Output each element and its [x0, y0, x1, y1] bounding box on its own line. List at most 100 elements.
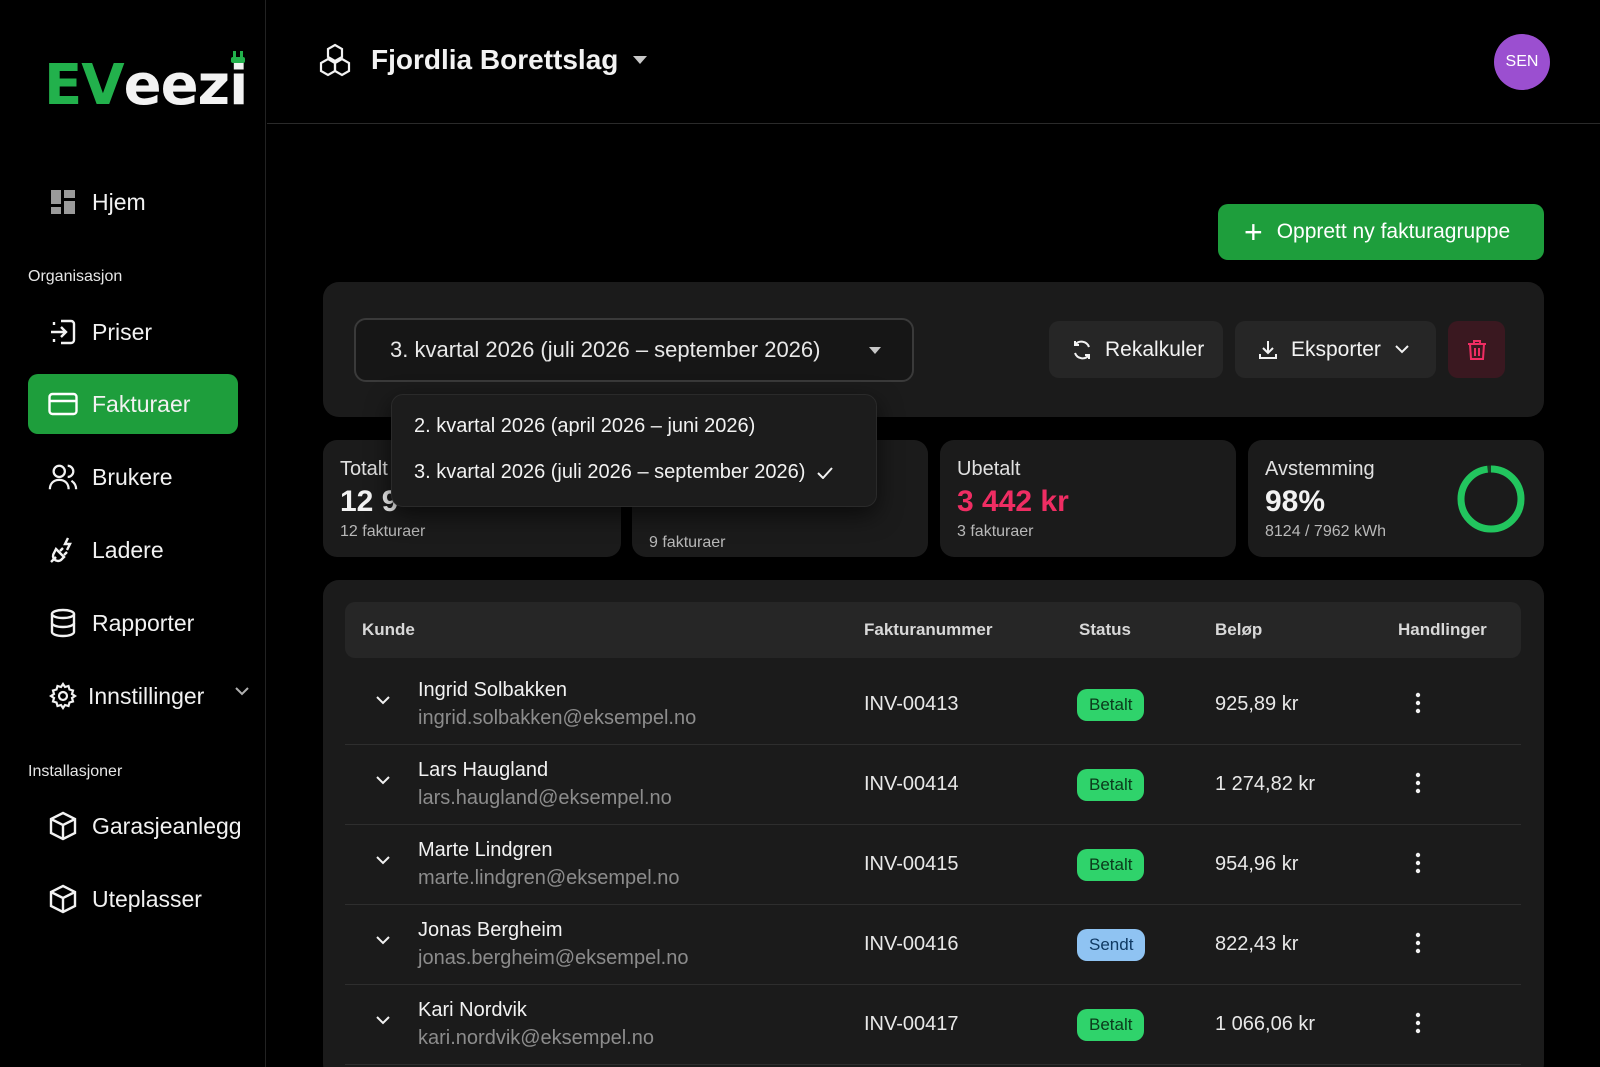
customer-name: Marte Lindgren: [418, 839, 553, 861]
stat-paid-sub: 9 fakturaer: [649, 534, 726, 551]
chevron-down-icon[interactable]: [375, 775, 391, 785]
nav-invoices[interactable]: Fakturaer: [28, 374, 238, 434]
invoice-number: INV-00416: [864, 933, 959, 955]
invoice-number: INV-00415: [864, 853, 959, 875]
nav-home[interactable]: Hjem: [28, 172, 238, 232]
delete-button[interactable]: [1448, 321, 1505, 378]
invoice-amount: 822,43 kr: [1215, 933, 1299, 955]
create-invoice-group-label: Opprett ny fakturagruppe: [1276, 220, 1511, 243]
period-option-q3-label: 3. kvartal 2026 (juli 2026 – september 2…: [414, 461, 806, 483]
chevron-down-icon[interactable]: [375, 855, 391, 865]
status-badge: Betalt: [1077, 769, 1145, 801]
customer-email: ingrid.solbakken@eksempel.no: [418, 707, 697, 729]
nav-prices-label: Priser: [92, 318, 153, 345]
nav-reports[interactable]: Rapporter: [28, 593, 238, 653]
trash-icon: [1467, 339, 1486, 360]
create-invoice-group-button[interactable]: + Opprett ny fakturagruppe: [1218, 204, 1544, 260]
database-icon: [48, 608, 78, 638]
customer-email: jonas.bergheim@eksempel.no: [418, 947, 689, 969]
more-vertical-icon[interactable]: [1415, 851, 1421, 875]
box-icon: [48, 884, 78, 914]
status-badge: Betalt: [1077, 1009, 1145, 1041]
nav-outdoor[interactable]: Uteplasser: [28, 869, 238, 929]
org-switcher[interactable]: Fjordlia Borettslag: [317, 42, 648, 78]
table-row[interactable]: Marte Lindgren marte.lindgren@eksempel.n…: [345, 825, 1521, 905]
nav-outdoor-label: Uteplasser: [92, 885, 202, 912]
refresh-icon: [1071, 339, 1093, 361]
stat-unpaid-label: Ubetalt: [957, 458, 1021, 480]
th-invoice-number[interactable]: Fakturanummer: [864, 620, 992, 640]
period-option-q2[interactable]: 2. kvartal 2026 (april 2026 – juni 2026): [414, 415, 755, 438]
period-option-q2-label: 2. kvartal 2026 (april 2026 – juni 2026): [414, 415, 756, 437]
plug-icon: [231, 51, 246, 63]
more-vertical-icon[interactable]: [1415, 771, 1421, 795]
customer-name: Ingrid Solbakken: [418, 679, 567, 701]
nav-chargers-label: Ladere: [92, 536, 164, 563]
period-dropdown: 2. kvartal 2026 (april 2026 – juni 2026)…: [391, 394, 877, 507]
reconciliation-progress-ring: [1457, 465, 1525, 533]
chevron-down-icon[interactable]: [375, 1015, 391, 1025]
caret-down-icon: [869, 347, 881, 354]
eveezi-logo[interactable]: EV eezi: [44, 48, 249, 118]
customer-email: lars.haugland@eksempel.no: [418, 787, 672, 809]
nav-chargers[interactable]: Ladere: [28, 520, 238, 580]
table-header: Kunde Fakturanummer Status Beløp Handlin…: [345, 602, 1521, 658]
nav-users-label: Brukere: [92, 463, 173, 490]
stat-unpaid-value: 3 442 kr: [957, 485, 1069, 518]
period-option-q3[interactable]: 3. kvartal 2026 (juli 2026 – september 2…: [414, 461, 834, 484]
customer-name: Lars Haugland: [418, 759, 549, 781]
top-header: Fjordlia Borettslag SEN: [267, 0, 1600, 124]
nav-users[interactable]: Brukere: [28, 447, 238, 507]
table-row[interactable]: Lars Haugland lars.haugland@eksempel.no …: [345, 745, 1521, 825]
avatar[interactable]: SEN: [1494, 34, 1550, 90]
export-label: Eksporter: [1291, 337, 1381, 361]
check-icon: [817, 466, 834, 479]
th-status[interactable]: Status: [1079, 620, 1131, 640]
th-actions: Handlinger: [1398, 620, 1487, 639]
th-amount[interactable]: Beløp: [1215, 620, 1262, 640]
nav-home-label: Hjem: [92, 188, 146, 215]
section-organisasjon: Organisasjon: [28, 268, 123, 285]
th-customer[interactable]: Kunde: [362, 620, 415, 640]
status-badge: Betalt: [1077, 689, 1145, 721]
stat-unpaid: Ubetalt 3 442 kr 3 fakturaer: [940, 440, 1236, 557]
plug-charger-icon: [48, 535, 78, 565]
plus-icon: +: [1244, 214, 1263, 250]
table-row[interactable]: Jonas Bergheim jonas.bergheim@eksempel.n…: [345, 905, 1521, 985]
table-row[interactable]: Ingrid Solbakken ingrid.solbakken@eksemp…: [345, 665, 1521, 745]
download-icon: [1257, 339, 1279, 361]
invoice-number: INV-00417: [864, 1013, 959, 1035]
invoice-amount: 954,96 kr: [1215, 853, 1299, 875]
period-select[interactable]: 3. kvartal 2026 (juli 2026 – september 2…: [354, 318, 914, 382]
customer-email: kari.nordvik@eksempel.no: [418, 1027, 654, 1049]
more-vertical-icon[interactable]: [1415, 1011, 1421, 1035]
export-button[interactable]: Eksporter: [1235, 321, 1436, 378]
chevron-down-icon[interactable]: [375, 695, 391, 705]
nav-prices[interactable]: Priser: [28, 302, 238, 362]
nav-reports-label: Rapporter: [92, 609, 195, 636]
more-vertical-icon[interactable]: [1415, 931, 1421, 955]
invoice-number: INV-00414: [864, 773, 959, 795]
invoice-amount: 925,89 kr: [1215, 693, 1299, 715]
boxes-icon: [319, 43, 351, 77]
more-vertical-icon[interactable]: [1415, 691, 1421, 715]
nav-garage[interactable]: Garasjeanlegg: [28, 796, 258, 856]
table-row[interactable]: Kari Nordvik kari.nordvik@eksempel.no IN…: [345, 985, 1521, 1065]
invoice-number: INV-00413: [864, 693, 959, 715]
box-icon: [48, 811, 78, 841]
caret-down-icon: [633, 56, 648, 64]
chevron-down-icon[interactable]: [375, 935, 391, 945]
nav-settings[interactable]: Innstillinger: [28, 666, 250, 726]
dashboard-icon: [48, 187, 78, 217]
sidebar: EV eezi Hjem Organisasjon Priser Fakturae…: [0, 0, 266, 1067]
logo-eezi-text: eezi: [123, 53, 249, 118]
nav-invoices-label: Fakturaer: [92, 390, 191, 417]
stat-total-sub: 12 fakturaer: [340, 523, 426, 540]
invoice-amount: 1 274,82 kr: [1215, 773, 1316, 795]
section-installasjoner: Installasjoner: [28, 763, 123, 780]
status-badge: Betalt: [1077, 849, 1145, 881]
recalculate-button[interactable]: Rekalkuler: [1049, 321, 1223, 378]
chevron-down-icon: [235, 687, 249, 696]
recalculate-label: Rekalkuler: [1105, 337, 1205, 361]
chevron-down-icon: [1395, 345, 1409, 354]
